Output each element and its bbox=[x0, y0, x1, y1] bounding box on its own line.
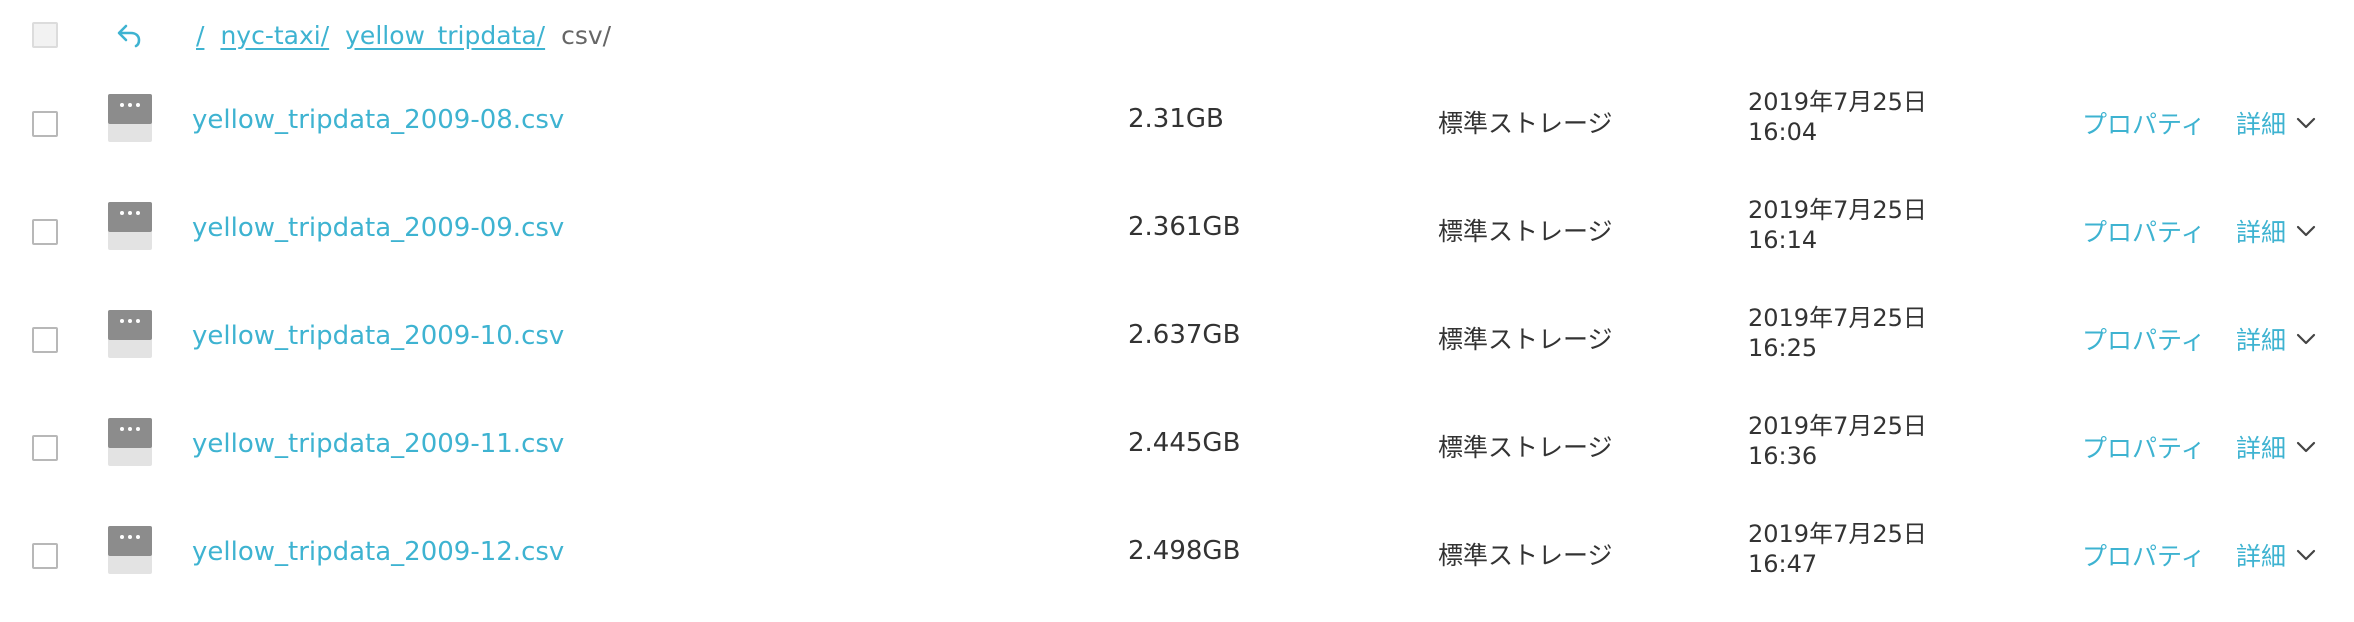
file-row: yellow_tripdata_2009-12.csv 2.498GB 標準スト… bbox=[0, 502, 2354, 610]
file-name-link[interactable]: yellow_tripdata_2009-08.csv bbox=[192, 105, 564, 135]
file-icon bbox=[108, 94, 152, 142]
header-bar: / nyc-taxi/ yellow_tripdata/ csv/ bbox=[0, 0, 2354, 70]
modified-date: 2019年7月25日 bbox=[1748, 520, 1927, 548]
modified-date: 2019年7月25日 bbox=[1748, 196, 1927, 224]
chevron-down-icon bbox=[2296, 333, 2316, 345]
storage-class: 標準ストレージ bbox=[1438, 433, 1613, 462]
modified-time: 16:36 bbox=[1748, 442, 1818, 470]
details-label: 詳細 bbox=[2236, 110, 2287, 139]
breadcrumb-yellow-tripdata[interactable]: yellow_tripdata/ bbox=[345, 21, 545, 50]
storage-class: 標準ストレージ bbox=[1438, 541, 1613, 570]
properties-link[interactable]: プロパティ bbox=[2082, 537, 2206, 573]
row-checkbox[interactable] bbox=[32, 543, 58, 569]
file-row: yellow_tripdata_2009-09.csv 2.361GB 標準スト… bbox=[0, 178, 2354, 286]
file-size: 2.361GB bbox=[1128, 212, 1241, 242]
file-row: yellow_tripdata_2009-08.csv 2.31GB 標準ストレ… bbox=[0, 70, 2354, 178]
file-size: 2.445GB bbox=[1128, 428, 1241, 458]
modified-date: 2019年7月25日 bbox=[1748, 304, 1927, 332]
file-name-link[interactable]: yellow_tripdata_2009-10.csv bbox=[192, 321, 564, 351]
file-icon bbox=[108, 202, 152, 250]
modified-time: 16:47 bbox=[1748, 550, 1818, 578]
select-all-checkbox[interactable] bbox=[32, 22, 58, 48]
last-modified: 2019年7月25日 16:14 bbox=[1748, 195, 1927, 255]
file-size: 2.637GB bbox=[1128, 320, 1241, 350]
modified-date: 2019年7月25日 bbox=[1748, 412, 1927, 440]
row-checkbox[interactable] bbox=[32, 219, 58, 245]
details-dropdown[interactable]: 詳細 bbox=[2236, 537, 2320, 573]
details-dropdown[interactable]: 詳細 bbox=[2236, 429, 2320, 465]
details-dropdown[interactable]: 詳細 bbox=[2236, 105, 2320, 141]
details-label: 詳細 bbox=[2236, 434, 2287, 463]
file-icon bbox=[108, 310, 152, 358]
chevron-down-icon bbox=[2296, 441, 2316, 453]
undo-arrow-icon[interactable] bbox=[112, 18, 146, 52]
modified-time: 16:25 bbox=[1748, 334, 1818, 362]
details-label: 詳細 bbox=[2236, 218, 2287, 247]
chevron-down-icon bbox=[2296, 117, 2316, 129]
file-row: yellow_tripdata_2009-10.csv 2.637GB 標準スト… bbox=[0, 286, 2354, 394]
row-checkbox[interactable] bbox=[32, 327, 58, 353]
file-icon bbox=[108, 526, 152, 574]
breadcrumb: / nyc-taxi/ yellow_tripdata/ csv/ bbox=[196, 17, 611, 53]
last-modified: 2019年7月25日 16:25 bbox=[1748, 303, 1927, 363]
row-checkbox[interactable] bbox=[32, 111, 58, 137]
properties-link[interactable]: プロパティ bbox=[2082, 105, 2206, 141]
file-name-link[interactable]: yellow_tripdata_2009-09.csv bbox=[192, 213, 564, 243]
properties-link[interactable]: プロパティ bbox=[2082, 213, 2206, 249]
storage-class: 標準ストレージ bbox=[1438, 109, 1613, 138]
modified-time: 16:14 bbox=[1748, 226, 1818, 254]
last-modified: 2019年7月25日 16:47 bbox=[1748, 519, 1927, 579]
storage-class: 標準ストレージ bbox=[1438, 217, 1613, 246]
modified-time: 16:04 bbox=[1748, 118, 1818, 146]
details-label: 詳細 bbox=[2236, 542, 2287, 571]
breadcrumb-current: csv/ bbox=[561, 20, 612, 50]
details-label: 詳細 bbox=[2236, 326, 2287, 355]
properties-link[interactable]: プロパティ bbox=[2082, 429, 2206, 465]
storage-class: 標準ストレージ bbox=[1438, 325, 1613, 354]
details-dropdown[interactable]: 詳細 bbox=[2236, 321, 2320, 357]
file-row: yellow_tripdata_2009-11.csv 2.445GB 標準スト… bbox=[0, 394, 2354, 502]
modified-date: 2019年7月25日 bbox=[1748, 88, 1927, 116]
chevron-down-icon bbox=[2296, 225, 2316, 237]
breadcrumb-root[interactable]: / bbox=[196, 21, 204, 50]
properties-link[interactable]: プロパティ bbox=[2082, 321, 2206, 357]
breadcrumb-nyc-taxi[interactable]: nyc-taxi/ bbox=[220, 21, 329, 50]
last-modified: 2019年7月25日 16:04 bbox=[1748, 87, 1927, 147]
file-size: 2.31GB bbox=[1128, 104, 1224, 134]
chevron-down-icon bbox=[2296, 549, 2316, 561]
file-name-link[interactable]: yellow_tripdata_2009-11.csv bbox=[192, 429, 564, 459]
last-modified: 2019年7月25日 16:36 bbox=[1748, 411, 1927, 471]
row-checkbox[interactable] bbox=[32, 435, 58, 461]
file-size: 2.498GB bbox=[1128, 536, 1241, 566]
file-name-link[interactable]: yellow_tripdata_2009-12.csv bbox=[192, 537, 564, 567]
file-icon bbox=[108, 418, 152, 466]
details-dropdown[interactable]: 詳細 bbox=[2236, 213, 2320, 249]
